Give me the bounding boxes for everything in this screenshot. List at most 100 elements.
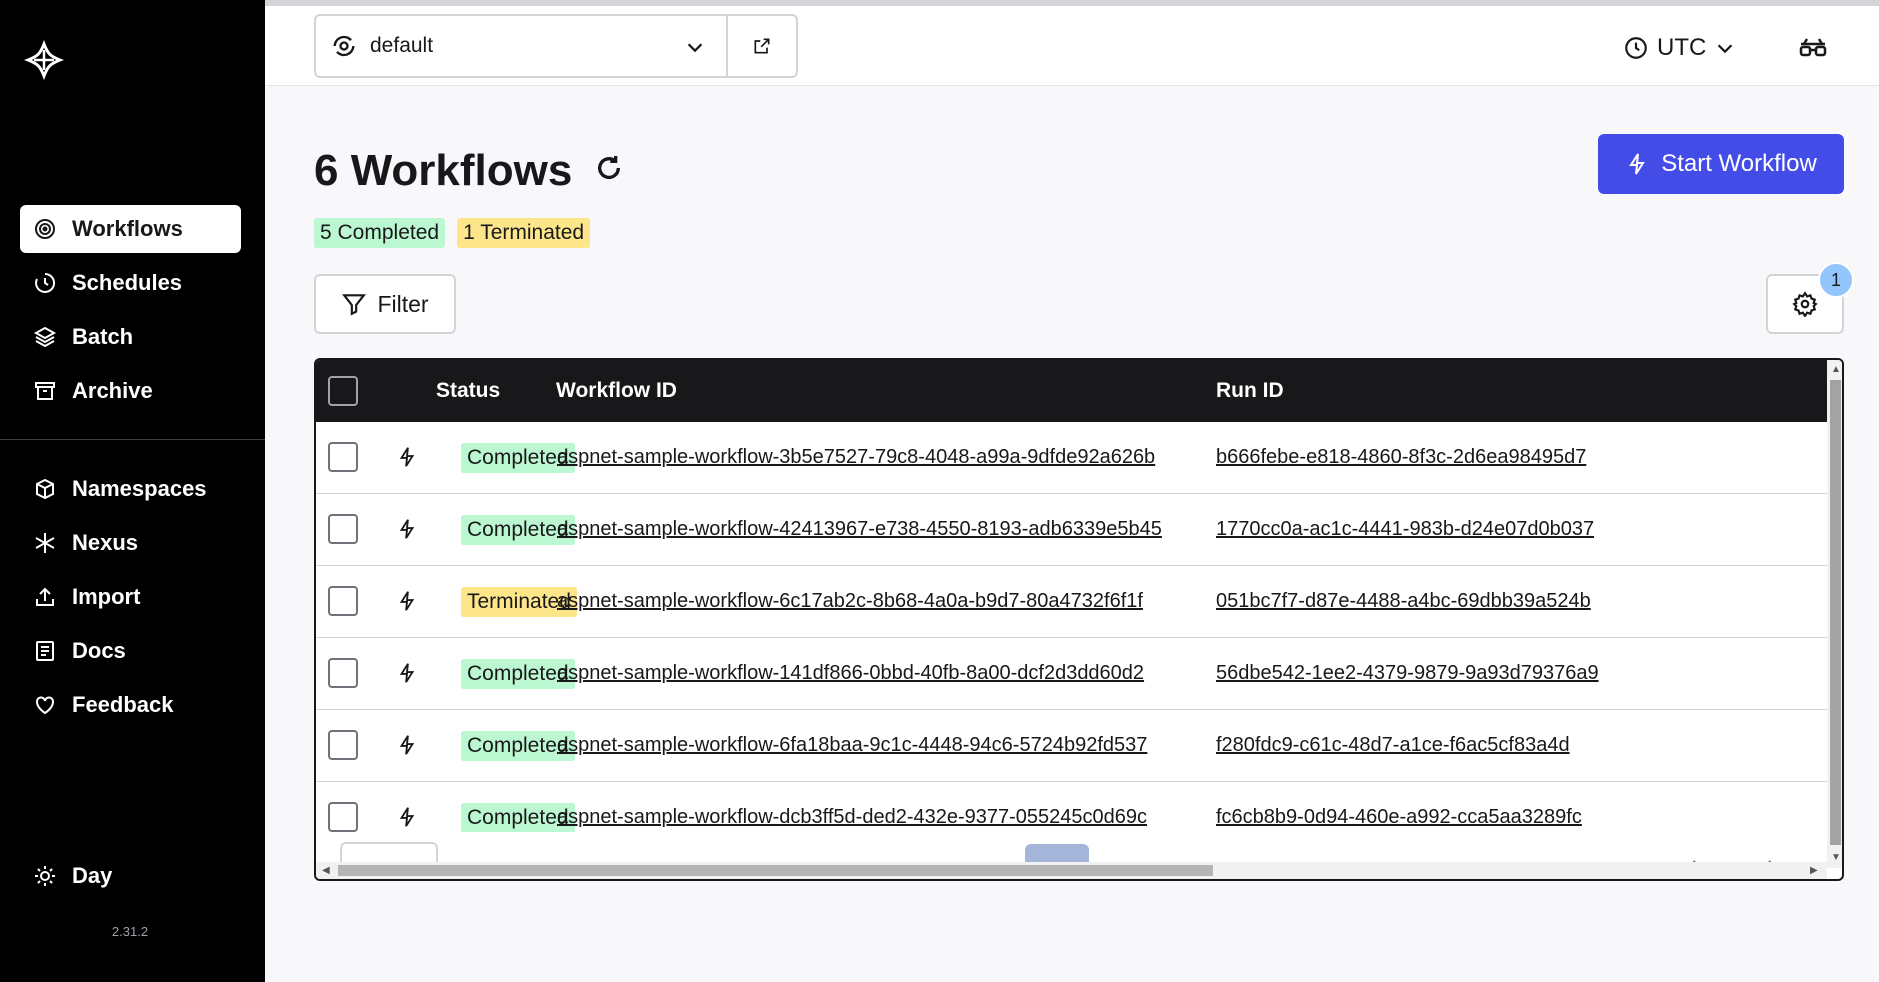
sidebar-item-workflows[interactable]: Workflows <box>20 205 241 253</box>
namespace-select: default <box>314 14 798 78</box>
gear-icon <box>1792 291 1818 317</box>
page-title: 6 Workflows <box>314 146 573 195</box>
namespace-value: default <box>370 34 434 57</box>
namespaces-icon <box>32 476 58 502</box>
column-header-run-id: Run ID <box>1216 379 1284 402</box>
row-checkbox[interactable] <box>328 802 358 832</box>
external-link-icon <box>754 38 770 54</box>
run-id-link[interactable]: 56dbe542-1ee2-4379-9879-9a93d79376a9 <box>1216 662 1599 685</box>
main-content: 6 Workflows Start Workflow 5 Completed 1… <box>265 86 1879 982</box>
vertical-scroll-thumb[interactable] <box>1830 380 1841 845</box>
timezone-value: UTC <box>1657 34 1707 61</box>
select-all-checkbox[interactable] <box>328 376 358 406</box>
bolt-icon <box>399 807 415 827</box>
namespace-sync-icon <box>333 35 355 57</box>
theme-label: Day <box>72 863 113 888</box>
sidebar-item-docs[interactable]: Docs <box>20 627 241 675</box>
clock-icon <box>1625 37 1647 59</box>
row-checkbox[interactable] <box>328 586 358 616</box>
batch-icon <box>32 324 58 350</box>
heart-icon <box>32 692 58 718</box>
chevron-down-icon <box>1718 44 1733 54</box>
docs-icon <box>32 638 58 664</box>
sun-icon <box>32 863 58 889</box>
sidebar-item-namespaces[interactable]: Namespaces <box>20 465 241 513</box>
start-workflow-label: Start Workflow <box>1661 150 1817 177</box>
scroll-left-icon[interactable]: ◀ <box>322 865 330 876</box>
table-row[interactable]: Completed aspnet-sample-workflow-4241396… <box>316 494 1827 566</box>
sidebar-item-import[interactable]: Import <box>20 573 241 621</box>
row-checkbox[interactable] <box>328 514 358 544</box>
refresh-icon[interactable] <box>593 152 625 184</box>
sidebar-item-label: Batch <box>72 324 134 349</box>
sidebar-item-label: Schedules <box>72 270 183 295</box>
nexus-icon <box>32 530 58 556</box>
scroll-right-icon[interactable]: ▶ <box>1810 865 1818 876</box>
status-summary: 5 Completed 1 Terminated <box>314 218 591 248</box>
import-icon <box>32 584 58 610</box>
table-body: Completed aspnet-sample-workflow-3b5e752… <box>316 422 1827 832</box>
filter-label: Filter <box>377 290 429 317</box>
sidebar-item-label: Archive <box>72 378 153 403</box>
bolt-icon <box>399 663 415 683</box>
sidebar-item-nexus[interactable]: Nexus <box>20 519 241 567</box>
sidebar-item-label: Docs <box>72 638 126 663</box>
row-checkbox[interactable] <box>328 442 358 472</box>
horizontal-scrollbar[interactable]: ◀ ▶ <box>316 862 1827 879</box>
completed-count-badge[interactable]: 5 Completed <box>314 218 446 248</box>
run-id-link[interactable]: b666febe-e818-4860-8f3c-2d6ea98495d7 <box>1216 446 1586 469</box>
sidebar-item-archive[interactable]: Archive <box>20 367 241 415</box>
theme-toggle: Day <box>20 852 241 906</box>
namespace-external-link[interactable] <box>728 16 796 76</box>
bolt-icon <box>399 735 415 755</box>
run-id-link[interactable]: 1770cc0a-ac1c-4441-983b-d24e07d0b037 <box>1216 518 1594 541</box>
table-row[interactable]: Terminated aspnet-sample-workflow-6c17ab… <box>316 566 1827 638</box>
vertical-scrollbar[interactable]: ▲ ▼ <box>1827 360 1842 868</box>
run-id-link[interactable]: f280fdc9-c61c-48d7-a1ce-f6ac5cf83a4d <box>1216 734 1570 757</box>
sidebar-item-batch[interactable]: Batch <box>20 313 241 361</box>
sidebar-item-label: Nexus <box>72 530 139 555</box>
workflow-id-link[interactable]: aspnet-sample-workflow-6fa18baa-9c1c-444… <box>557 734 1147 757</box>
timezone-select[interactable]: UTC <box>1623 34 1736 62</box>
table-row[interactable]: Completed aspnet-sample-workflow-6fa18ba… <box>316 710 1827 782</box>
scroll-up-icon[interactable]: ▲ <box>1831 364 1841 375</box>
primary-nav: Workflows Schedules Batch Archive <box>20 205 241 421</box>
workflow-id-link[interactable]: aspnet-sample-workflow-6c17ab2c-8b68-4a0… <box>557 590 1143 613</box>
chevron-down-icon <box>687 43 703 53</box>
temporal-logo-icon[interactable] <box>24 40 64 80</box>
bolt-icon <box>399 447 415 467</box>
workflow-id-link[interactable]: aspnet-sample-workflow-dcb3ff5d-ded2-432… <box>557 806 1147 829</box>
table-row[interactable]: Completed aspnet-sample-workflow-3b5e752… <box>316 422 1827 494</box>
horizontal-scroll-thumb[interactable] <box>338 865 1213 876</box>
start-workflow-button[interactable]: Start Workflow <box>1598 134 1844 194</box>
table-header: Status Workflow ID Run ID <box>316 360 1827 422</box>
sidebar-item-label: Workflows <box>72 216 183 241</box>
workflow-id-link[interactable]: aspnet-sample-workflow-42413967-e738-455… <box>557 518 1162 541</box>
schedules-icon <box>32 270 58 296</box>
workflow-id-link[interactable]: aspnet-sample-workflow-3b5e7527-79c8-404… <box>557 446 1155 469</box>
bolt-icon <box>399 519 415 539</box>
day-theme-button[interactable]: Day <box>20 852 241 900</box>
sidebar-item-label: Feedback <box>72 692 174 717</box>
run-id-link[interactable]: fc6cb8b9-0d94-460e-a992-cca5aa3289fc <box>1216 806 1582 829</box>
scroll-down-icon[interactable]: ▼ <box>1831 852 1841 863</box>
workflow-id-link[interactable]: aspnet-sample-workflow-141df866-0bbd-40f… <box>557 662 1144 685</box>
settings-count-badge: 1 <box>1818 262 1854 298</box>
row-checkbox[interactable] <box>328 730 358 760</box>
namespace-dropdown[interactable]: default <box>316 16 728 76</box>
filter-button[interactable]: Filter <box>314 274 456 334</box>
sidebar-item-feedback[interactable]: Feedback <box>20 681 241 729</box>
data-encoder-icon[interactable] <box>1798 36 1828 62</box>
column-header-status: Status <box>436 379 501 402</box>
workflows-icon <box>32 216 58 242</box>
sidebar: Workflows Schedules Batch Archive Namesp… <box>0 0 265 982</box>
terminated-count-badge[interactable]: 1 Terminated <box>457 218 591 248</box>
table-row[interactable]: Completed aspnet-sample-workflow-141df86… <box>316 638 1827 710</box>
run-id-link[interactable]: 051bc7f7-d87e-4488-a4bc-69dbb39a524b <box>1216 590 1591 613</box>
bolt-icon <box>1629 153 1646 175</box>
table-row[interactable]: Completed aspnet-sample-workflow-dcb3ff5… <box>316 782 1827 832</box>
workflows-table: Status Workflow ID Run ID Completed aspn… <box>314 358 1844 881</box>
column-header-workflow-id: Workflow ID <box>556 379 677 402</box>
sidebar-item-schedules[interactable]: Schedules <box>20 259 241 307</box>
row-checkbox[interactable] <box>328 658 358 688</box>
